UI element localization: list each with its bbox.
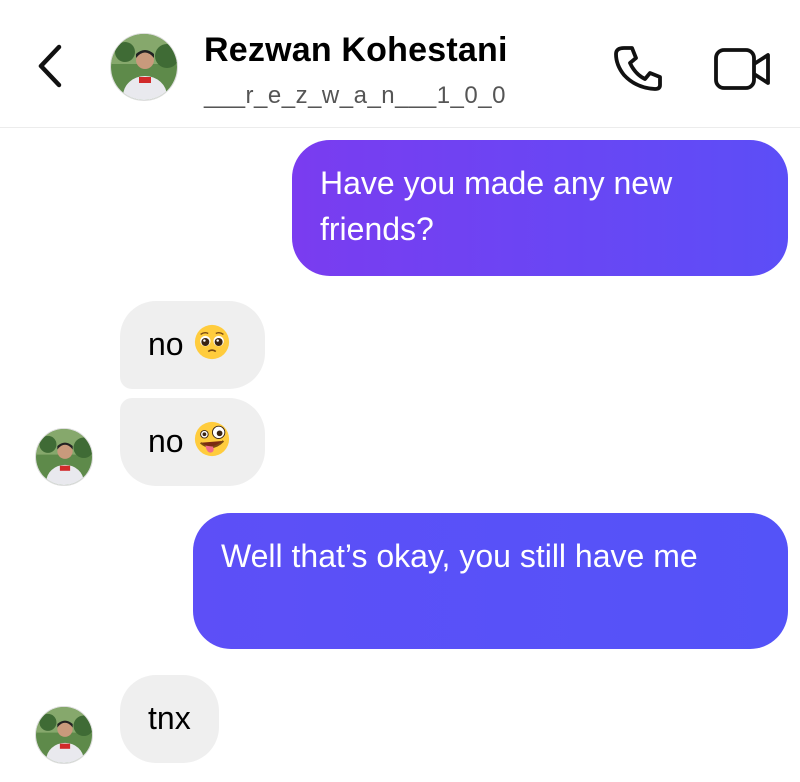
- zany-face-emoji: [195, 421, 230, 457]
- video-camera-icon: [714, 48, 770, 90]
- message-text: Well that’s okay, you still have me: [221, 538, 698, 574]
- phone-icon: [614, 46, 662, 91]
- avatar[interactable]: [35, 706, 93, 764]
- pleading-face-emoji: [195, 324, 230, 360]
- received-message-bubble[interactable]: no: [120, 398, 266, 486]
- video-call-button[interactable]: [712, 44, 774, 94]
- avatar[interactable]: [35, 428, 93, 486]
- received-message-bubble[interactable]: no: [120, 301, 266, 389]
- sent-message-bubble[interactable]: Have you made any new friends?: [292, 140, 788, 276]
- call-button[interactable]: [610, 42, 666, 94]
- chevron-left-icon: [38, 44, 62, 88]
- contact-name: Rezwan Kohestani: [204, 31, 508, 69]
- avatar[interactable]: [110, 33, 178, 101]
- received-message-bubble[interactable]: tnx: [120, 675, 219, 763]
- message-text: no: [148, 326, 184, 362]
- chat-header: Rezwan Kohestani ___r_e_z_w_a_n___1_0_0: [0, 0, 800, 128]
- message-text: no: [148, 423, 184, 459]
- message-text: tnx: [148, 700, 191, 736]
- contact-handle: ___r_e_z_w_a_n___1_0_0: [204, 82, 506, 109]
- sent-message-bubble[interactable]: Well that’s okay, you still have me: [193, 513, 788, 649]
- back-button[interactable]: [30, 40, 70, 92]
- message-text: Have you made any new friends?: [320, 165, 673, 247]
